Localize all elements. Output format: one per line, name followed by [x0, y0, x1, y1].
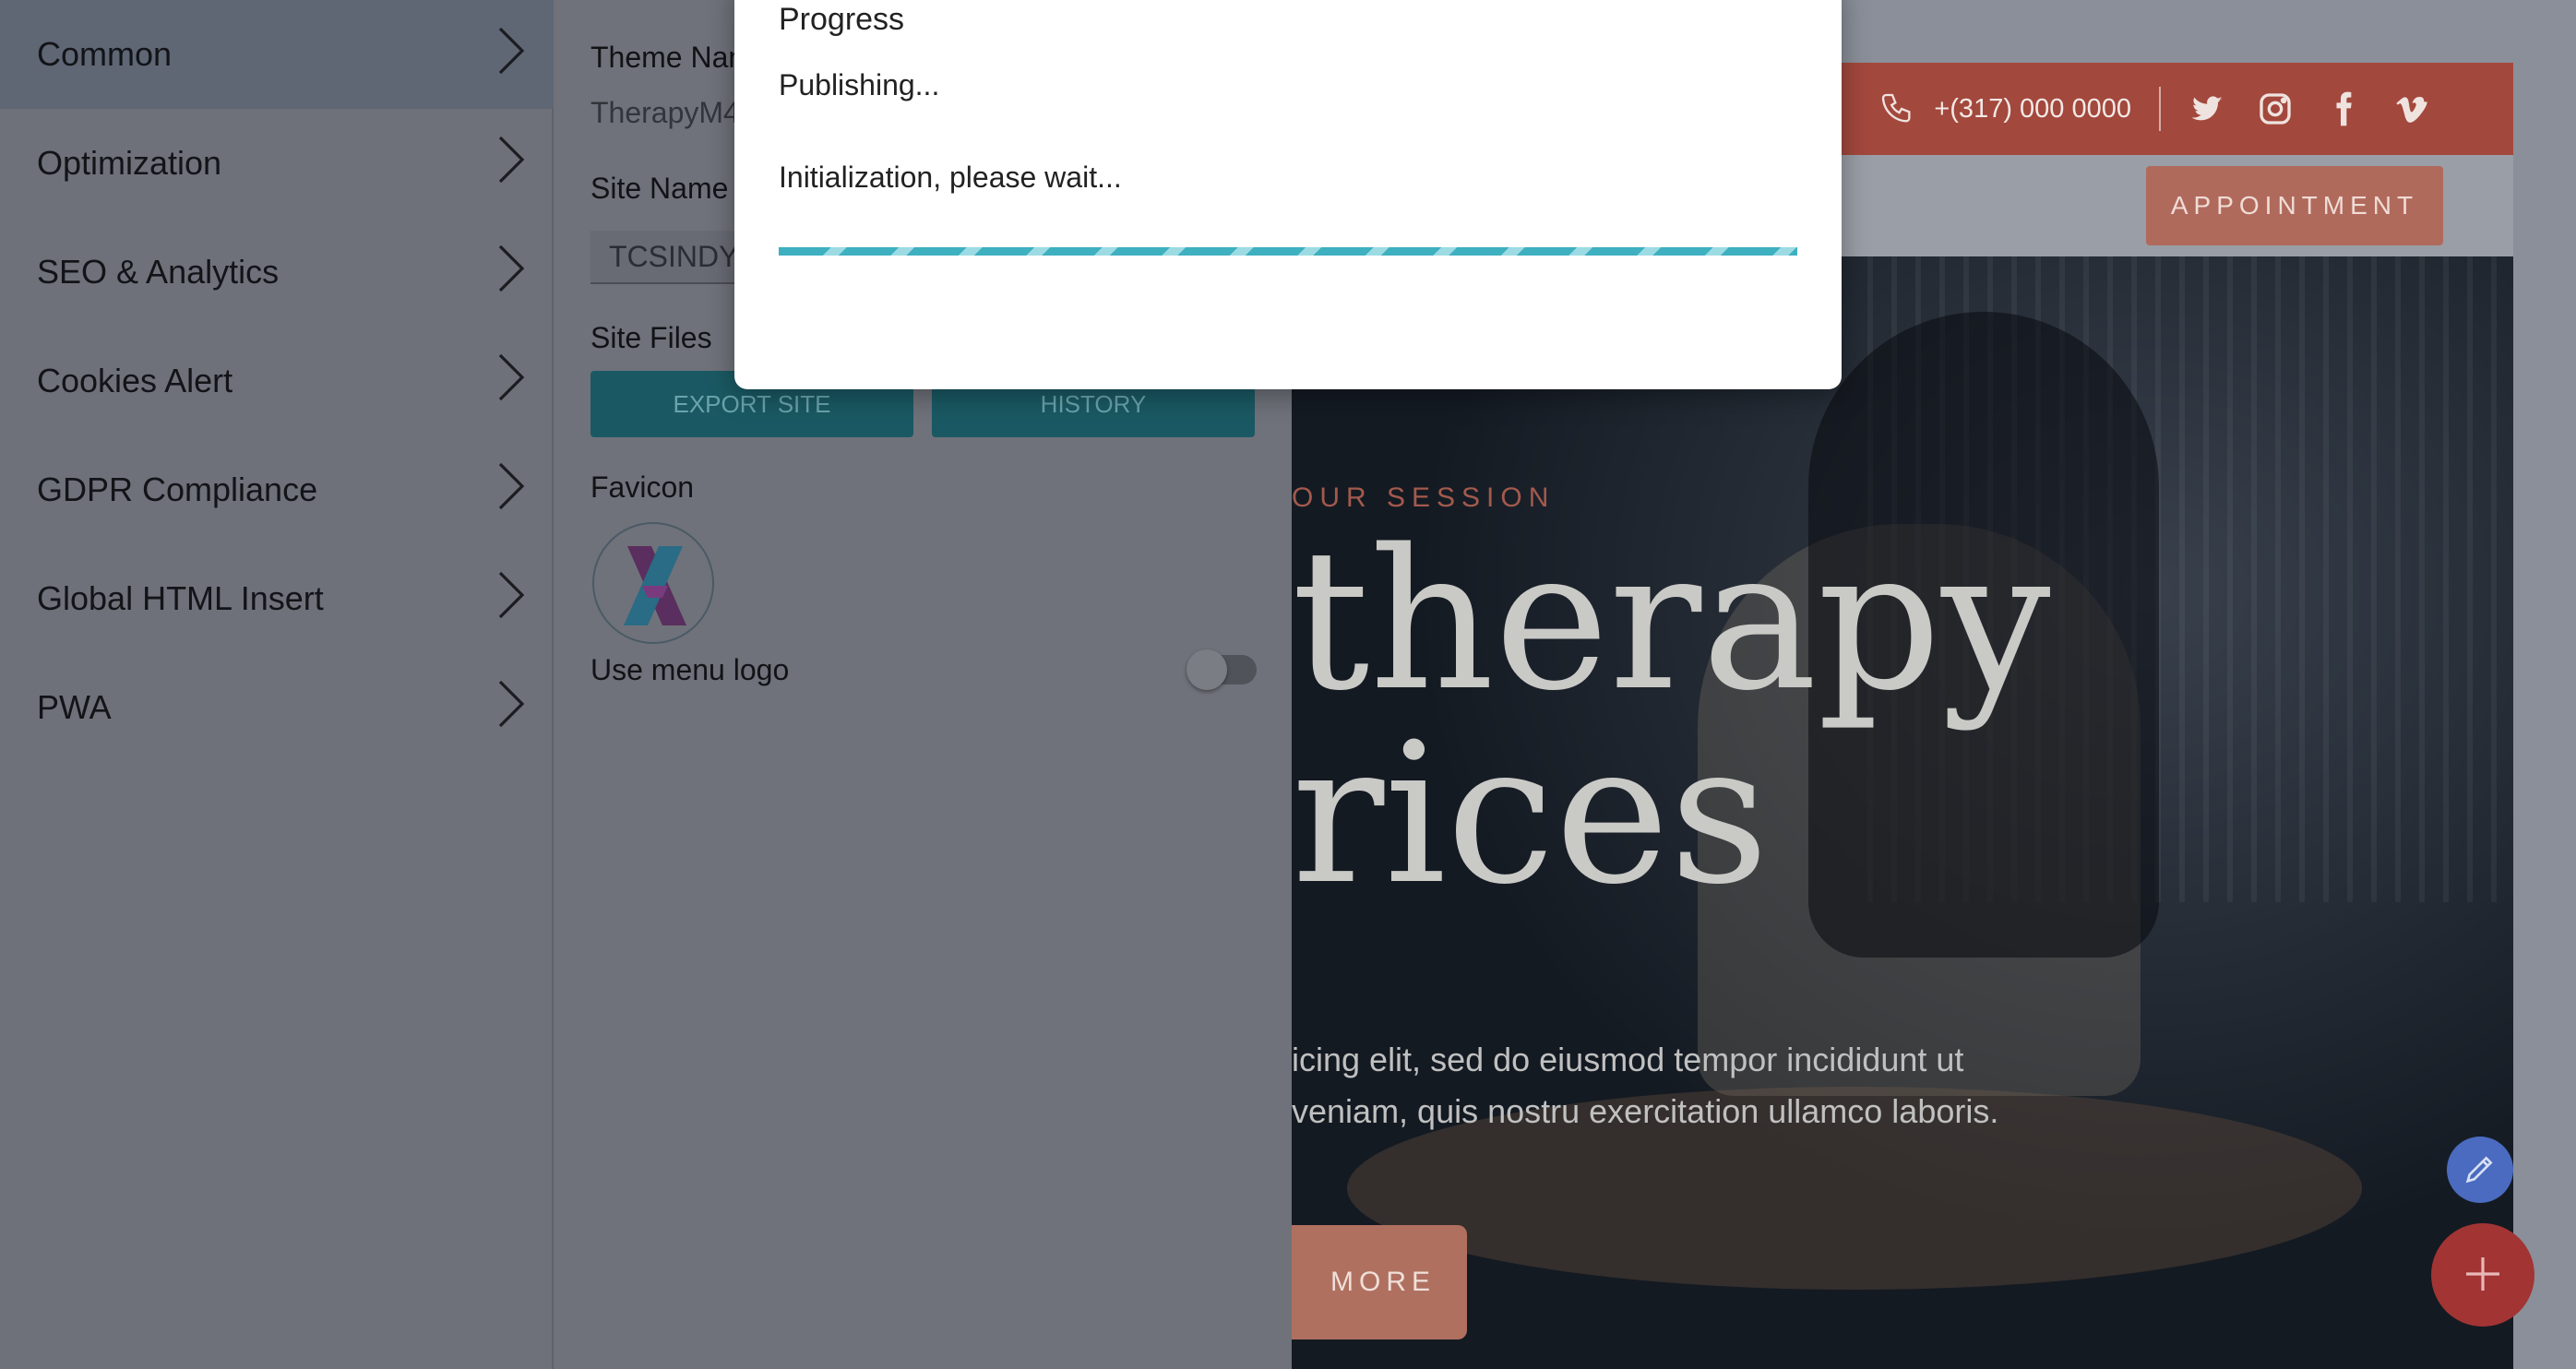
hero-title-line-1: therapy [1292, 507, 2051, 733]
edit-fab[interactable] [2447, 1137, 2513, 1203]
appointment-button[interactable]: APPOINTMENT [2146, 166, 2443, 245]
sidebar-item-label: Optimization [37, 144, 222, 182]
chevron-right-icon [496, 571, 526, 627]
toggle-knob [1187, 649, 1227, 690]
hero-paragraph-line-1: icing elit, sed do eiusmod tempor incidi… [1292, 1041, 1964, 1078]
social-links [2188, 90, 2430, 127]
chevron-right-icon [496, 680, 526, 736]
x-logo-icon [594, 546, 712, 642]
hero-section: OUR SESSION therapy rices icing elit, se… [1292, 256, 2513, 1369]
sidebar-item-label: PWA [37, 688, 112, 726]
hero-paragraph-line-2: veniam, quis nostru exercitation ullamco… [1292, 1092, 1999, 1130]
theme-name-label: Theme Nam [590, 41, 754, 74]
use-menu-logo-toggle[interactable] [1187, 649, 1257, 690]
sidebar-item-common[interactable]: Common [0, 0, 554, 109]
favicon-image[interactable] [592, 522, 714, 644]
chevron-right-icon [496, 27, 526, 83]
sidebar-item-seo-analytics[interactable]: SEO & Analytics [0, 218, 554, 327]
progress-dialog: Progress Publishing... Initialization, p… [734, 0, 1842, 389]
theme-name-value: TherapyM4- [590, 96, 750, 129]
more-button[interactable]: MORE [1292, 1225, 1467, 1339]
dialog-status: Publishing... [779, 68, 940, 101]
sidebar-item-gdpr-compliance[interactable]: GDPR Compliance [0, 435, 554, 544]
pencil-icon [2462, 1150, 2498, 1190]
sidebar-item-label: Global HTML Insert [37, 579, 324, 617]
facebook-icon[interactable] [2325, 90, 2362, 127]
chevron-right-icon [496, 353, 526, 410]
site-name-label: Site Name [590, 172, 729, 205]
progress-bar-fill [779, 247, 1797, 256]
plus-icon [2461, 1252, 2505, 1299]
sidebar-item-optimization[interactable]: Optimization [0, 109, 554, 218]
add-fab[interactable] [2431, 1223, 2534, 1327]
sidebar-item-cookies-alert[interactable]: Cookies Alert [0, 327, 554, 435]
sidebar-item-pwa[interactable]: PWA [0, 653, 554, 762]
dialog-message: Initialization, please wait... [779, 161, 1122, 194]
favicon-label: Favicon [590, 470, 695, 504]
twitter-icon[interactable] [2188, 90, 2225, 127]
sidebar-item-label: Common [37, 35, 173, 73]
chevron-right-icon [496, 244, 526, 301]
site-files-label: Site Files [590, 321, 712, 354]
sidebar-item-label: GDPR Compliance [37, 470, 318, 508]
vimeo-icon[interactable] [2393, 90, 2430, 127]
site-phone[interactable]: +(317) 000 0000 [1878, 90, 2131, 127]
use-menu-logo-label: Use menu logo [590, 653, 790, 686]
chevron-right-icon [496, 136, 526, 192]
phone-icon [1878, 90, 1915, 127]
topbar-divider [2159, 87, 2161, 131]
sidebar-item-label: Cookies Alert [37, 362, 233, 399]
site-phone-number: +(317) 000 0000 [1934, 93, 2131, 124]
instagram-icon[interactable] [2257, 90, 2294, 127]
dialog-title: Progress [779, 2, 905, 37]
progress-bar [779, 247, 1797, 256]
chevron-right-icon [496, 462, 526, 518]
hero-title-line-2: rices [1292, 701, 1770, 927]
sidebar-item-global-html-insert[interactable]: Global HTML Insert [0, 544, 554, 653]
sidebar-item-label: SEO & Analytics [37, 253, 280, 291]
settings-sidebar: Common Optimization SEO & Analytics Cook… [0, 0, 554, 1369]
